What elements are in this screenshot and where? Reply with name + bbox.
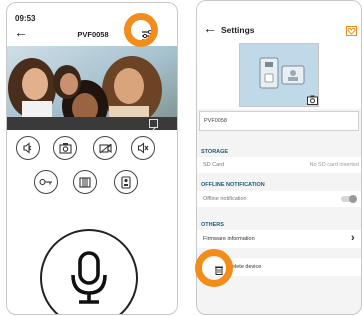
device-name-field[interactable]: PVF0058	[199, 111, 359, 131]
speaker-mute-icon	[137, 142, 149, 154]
live-view-screen: 09:53 ← PVF0058	[6, 2, 178, 315]
offline-section-label: OFFLINE NOTIFICATION	[201, 182, 265, 188]
highlight-ring-delete	[195, 249, 233, 287]
status-time: 09:53	[15, 14, 36, 23]
settings-header	[197, 1, 361, 43]
talk-button[interactable]	[40, 229, 138, 314]
device-name-value: PVF0058	[204, 118, 227, 124]
fullscreen-icon[interactable]	[149, 119, 158, 133]
open-gate-button[interactable]	[73, 170, 97, 194]
settings-title: Settings	[221, 25, 255, 35]
highlight-ring-settings	[124, 13, 158, 47]
snapshot-button[interactable]	[53, 136, 77, 160]
sd-card-row: SD Card No SD card inserted	[197, 157, 361, 173]
others-section-label: OTHERS	[201, 222, 224, 228]
intercom-button[interactable]	[114, 170, 138, 194]
heart-icon[interactable]	[346, 23, 357, 41]
sd-card-label: SD Card	[203, 162, 225, 168]
record-button[interactable]	[93, 136, 117, 160]
storage-section-label: STORAGE	[201, 149, 229, 155]
chevron-right-icon: ›	[351, 232, 355, 244]
unlock-door-button[interactable]	[34, 170, 58, 194]
key-icon	[39, 178, 52, 186]
sd-card-value: No SD card inserted	[309, 162, 359, 168]
video-record-icon	[98, 143, 112, 154]
firmware-info-label: Firmware information	[203, 236, 255, 242]
speaker-mute-button[interactable]	[131, 136, 155, 160]
offline-notification-toggle[interactable]	[341, 195, 357, 203]
volume-off-button[interactable]	[16, 136, 40, 160]
firmware-info-row[interactable]: Firmware information ›	[197, 230, 361, 248]
back-arrow-icon[interactable]: ←	[203, 21, 217, 35]
camera-icon[interactable]	[307, 92, 318, 110]
microphone-icon	[71, 251, 107, 304]
offline-notification-label: Offline notification	[203, 196, 247, 202]
volume-off-icon	[23, 142, 32, 154]
device-image-card	[197, 43, 361, 110]
offline-notification-row: Offline notification	[197, 191, 361, 207]
barrier-gate-icon	[79, 177, 91, 188]
intercom-icon	[121, 175, 131, 189]
camera-icon	[58, 143, 72, 154]
